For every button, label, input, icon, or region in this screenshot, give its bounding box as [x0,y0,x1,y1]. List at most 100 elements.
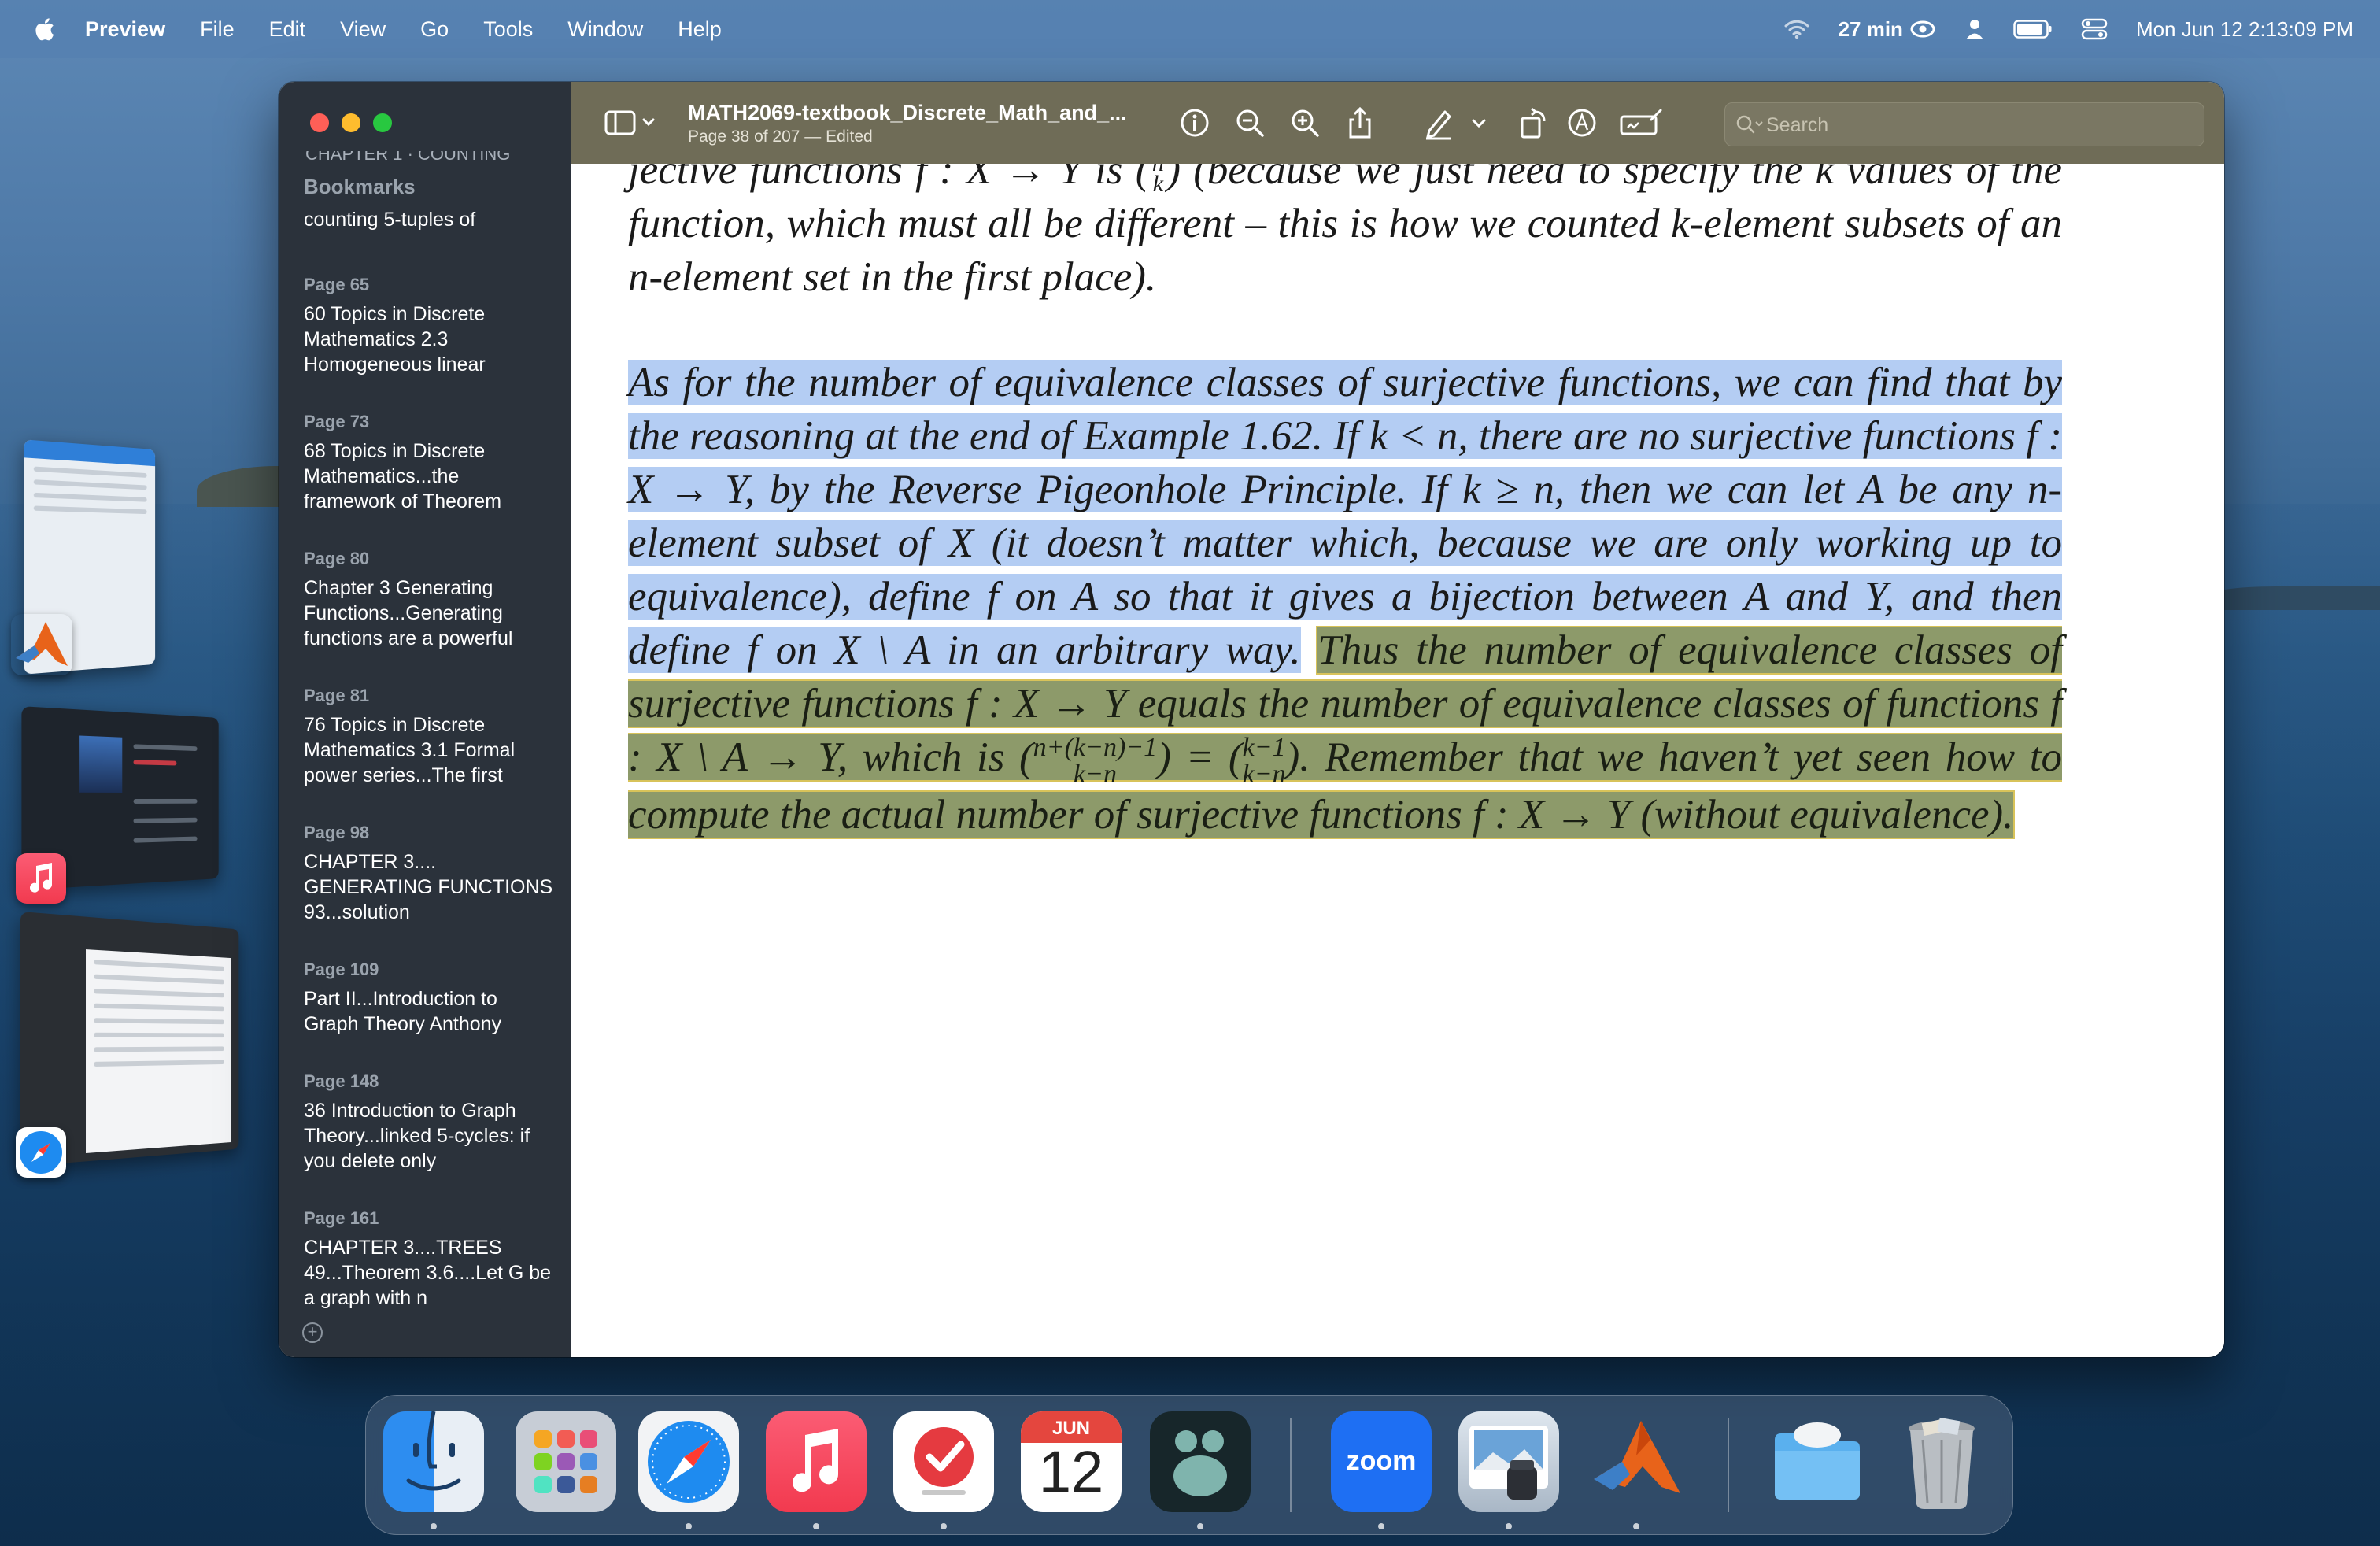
zoom-in-icon[interactable] [1288,105,1322,140]
menu-help[interactable]: Help [678,17,722,42]
running-indicator [1506,1523,1512,1529]
bookmark-page: Page 148 [304,1071,379,1091]
safari-badge-icon [16,1127,66,1178]
minimize-button[interactable] [342,113,360,132]
thumbnail-line [33,505,147,515]
bookmark-text: CHAPTER 3.... GENERATING FUNCTIONS 93...… [304,851,553,923]
bookmark-item[interactable]: Page 81 76 Topics in Discrete Mathematic… [304,686,556,788]
menubar-clock[interactable]: Mon Jun 12 2:13:09 PM [2136,17,2353,42]
dock-preview[interactable] [1458,1411,1559,1512]
bookmark-text: Part II...Introduction to Graph Theory A… [304,988,502,1035]
dock-calendar[interactable]: JUN 12 [1021,1411,1122,1512]
music-note-icon [793,1429,839,1492]
binomial-1: n+(k−n)−1 k−n [1033,734,1158,788]
menu-view[interactable]: View [340,17,386,42]
menu-file[interactable]: File [200,17,235,42]
bookmark-item[interactable]: Page 148 36 Introduction to Graph Theory… [304,1071,556,1174]
dock-zoom[interactable]: zoom [1331,1411,1432,1512]
thumbnail-line [133,744,198,752]
thumbnail-line [94,1032,225,1038]
dock-reminders[interactable] [893,1411,994,1512]
bookmark-item[interactable]: Page 73 68 Topics in Discrete Mathematic… [304,412,556,514]
document-title[interactable]: MATH2069-textbook_Discrete_Math_and_... [688,101,1127,125]
add-bookmark-button[interactable]: + [302,1322,323,1343]
launchpad-grid-icon [534,1430,597,1493]
dock: JUN 12 zoom [365,1395,2013,1535]
thumbnail-line [33,466,147,478]
dock-downloads-folder[interactable] [1767,1411,1868,1512]
page-text: jective functions f : X → Y is (n k) (be… [628,164,2063,841]
thumbnail-line [133,836,198,843]
close-button[interactable] [310,113,329,132]
markup-icon[interactable] [1565,105,1599,140]
menu-app-name[interactable]: Preview [85,17,165,42]
dock-mastodon[interactable] [1150,1411,1251,1512]
dock-matlab[interactable] [1586,1411,1687,1512]
menu-go[interactable]: Go [420,17,449,42]
menu-edit[interactable]: Edit [269,17,306,42]
bookmark-page: Page 161 [304,1208,379,1228]
highlight-pen-icon[interactable] [1421,105,1456,140]
dock-launchpad[interactable] [516,1411,616,1512]
binomial-n-k: n k [1152,164,1164,197]
compass-icon [20,1131,62,1174]
bookmark-item[interactable]: Page 161 CHAPTER 3....TREES 49...Theorem… [304,1208,556,1311]
paw-blob-icon [1173,1430,1227,1496]
binomial-1-bottom: k−n [1073,759,1117,789]
thumbnail-line [94,974,225,985]
thumbnail-line [94,1018,225,1025]
battery-time[interactable]: 27 min [1839,17,1936,42]
clipped-previous-text: CHAPTER 1 · COUNTING [305,151,510,161]
bookmark-item[interactable]: counting 5-tuples of [304,208,556,232]
control-center-icon[interactable] [2081,18,2108,40]
thumbnail-line [133,817,198,823]
running-indicator [1633,1523,1639,1529]
trash-can-icon [1909,1417,1975,1509]
zoom-out-icon[interactable] [1232,105,1267,140]
bookmark-text: 36 Introduction to Graph Theory...linked… [304,1100,530,1172]
safari-compass-icon [648,1421,730,1503]
sidebar-toggle-icon[interactable] [603,105,658,140]
equals-sign: = [1170,734,1229,780]
search-input[interactable]: Search [1724,102,2204,146]
thumbnail-titlebar [24,439,156,467]
menu-window[interactable]: Window [567,17,643,42]
bookmark-page: Page 109 [304,960,379,979]
bookmark-item[interactable]: Page 109 Part II...Introduction to Graph… [304,960,556,1037]
bookmark-page: Page 81 [304,686,370,705]
folder-icon [1775,1422,1860,1500]
share-icon[interactable] [1343,105,1377,140]
zoom-logo: zoom [1346,1446,1417,1476]
thumbnail-line [94,1060,225,1067]
running-indicator [1378,1523,1384,1529]
dock-music[interactable] [766,1411,867,1512]
menu-tools[interactable]: Tools [483,17,533,42]
paragraph-2: As for the number of equivalence classes… [628,356,2063,841]
dock-separator [1290,1418,1292,1512]
eye-icon [1910,20,1935,38]
bookmark-item[interactable]: Page 80 Chapter 3 Generating Functions..… [304,549,556,651]
matlab-membrane-icon [1594,1421,1680,1493]
wifi-icon[interactable] [1783,19,1810,39]
form-fill-icon[interactable] [1618,105,1665,140]
dock-finder[interactable] [383,1411,484,1512]
apple-menu-icon[interactable] [31,16,55,43]
album-cover [79,735,123,793]
zoom-window-button[interactable] [373,113,392,132]
document-page[interactable]: jective functions f : X → Y is (n k) (be… [571,164,2224,1357]
blue-highlight[interactable]: As for the number of equivalence classes… [628,360,2062,673]
dock-trash[interactable] [1891,1411,1992,1512]
thumbnail-line [94,960,225,971]
checkmark-icon [914,1427,974,1495]
rotate-icon[interactable] [1516,105,1550,140]
bookmark-item[interactable]: Page 98 CHAPTER 3.... GENERATING FUNCTIO… [304,823,556,925]
preview-window: CHAPTER 1 · COUNTING Bookmarks counting … [279,82,2224,1357]
thumbnail-line [33,492,147,502]
info-icon[interactable] [1177,105,1212,140]
user-icon[interactable] [1964,18,1985,40]
bookmark-item[interactable]: Page 65 60 Topics in Discrete Mathematic… [304,275,556,377]
dock-safari[interactable] [638,1411,739,1512]
thumbnail-line [94,989,225,998]
battery-icon[interactable] [2013,20,2053,39]
chevron-down-icon[interactable] [1467,105,1491,140]
